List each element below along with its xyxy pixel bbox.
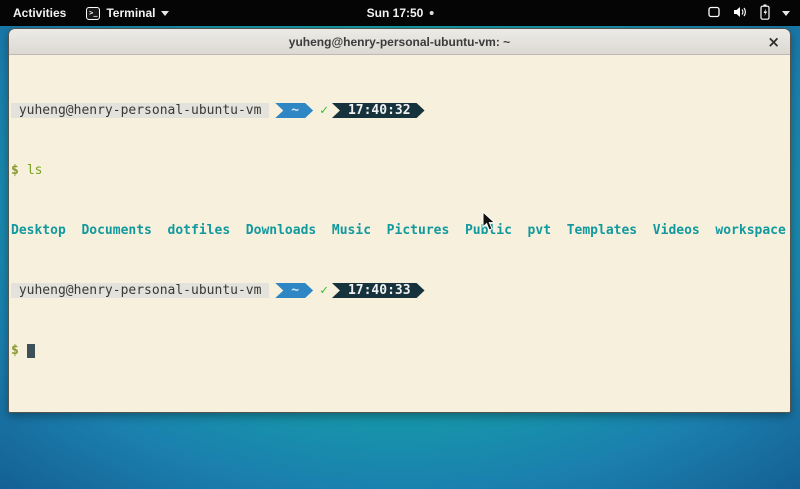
check-icon: ✓ — [320, 103, 328, 118]
top-bar: Activities >_ Terminal Sun 17:50 — [0, 0, 800, 26]
activities-button[interactable]: Activities — [9, 4, 70, 22]
prompt-time-segment: 17:40:33 — [332, 283, 425, 298]
clock-button[interactable]: Sun 17:50 — [367, 0, 434, 26]
battery-charging-icon — [759, 4, 771, 23]
display-icon — [707, 5, 721, 22]
notification-dot-icon — [429, 11, 433, 15]
window-titlebar[interactable]: yuheng@henry-personal-ubuntu-vm: ~ × — [9, 29, 790, 55]
terminal-content[interactable]: yuheng@henry-personal-ubuntu-vm ~ ✓ 17:4… — [9, 55, 790, 412]
chevron-down-icon — [782, 11, 790, 16]
prompt-line-2: yuheng@henry-personal-ubuntu-vm ~ ✓ 17:4… — [11, 283, 788, 298]
command-line: $ ls — [11, 163, 788, 178]
prompt-cwd-segment: ~ — [275, 283, 313, 298]
desktop: Activities >_ Terminal Sun 17:50 — [0, 0, 800, 489]
app-menu-label: Terminal — [106, 6, 155, 20]
top-bar-left: Activities >_ Terminal — [0, 4, 169, 22]
terminal-window: yuheng@henry-personal-ubuntu-vm: ~ × yuh… — [8, 28, 791, 413]
check-icon: ✓ — [320, 283, 328, 298]
terminal-icon: >_ — [86, 7, 100, 20]
prompt-symbol: $ — [11, 343, 19, 358]
prompt-symbol: $ — [11, 163, 19, 178]
input-line[interactable]: $ — [11, 343, 788, 358]
system-status-menu[interactable] — [707, 0, 800, 26]
text-cursor — [27, 344, 35, 358]
volume-icon — [732, 5, 748, 22]
clock-label: Sun 17:50 — [367, 6, 424, 20]
ls-output-line: Desktop Documents dotfiles Downloads Mus… — [11, 223, 788, 238]
chevron-down-icon — [161, 11, 169, 16]
directory-listing: Desktop Documents dotfiles Downloads Mus… — [11, 223, 786, 238]
prompt-user-segment: yuheng@henry-personal-ubuntu-vm — [11, 283, 269, 298]
command-text: ls — [27, 163, 43, 178]
prompt-time-segment: 17:40:32 — [332, 103, 425, 118]
app-menu[interactable]: >_ Terminal — [86, 6, 169, 20]
prompt-line-1: yuheng@henry-personal-ubuntu-vm ~ ✓ 17:4… — [11, 103, 788, 118]
prompt-user-segment: yuheng@henry-personal-ubuntu-vm — [11, 103, 269, 118]
close-icon[interactable]: × — [767, 35, 780, 49]
window-title: yuheng@henry-personal-ubuntu-vm: ~ — [289, 35, 510, 49]
prompt-cwd-segment: ~ — [275, 103, 313, 118]
